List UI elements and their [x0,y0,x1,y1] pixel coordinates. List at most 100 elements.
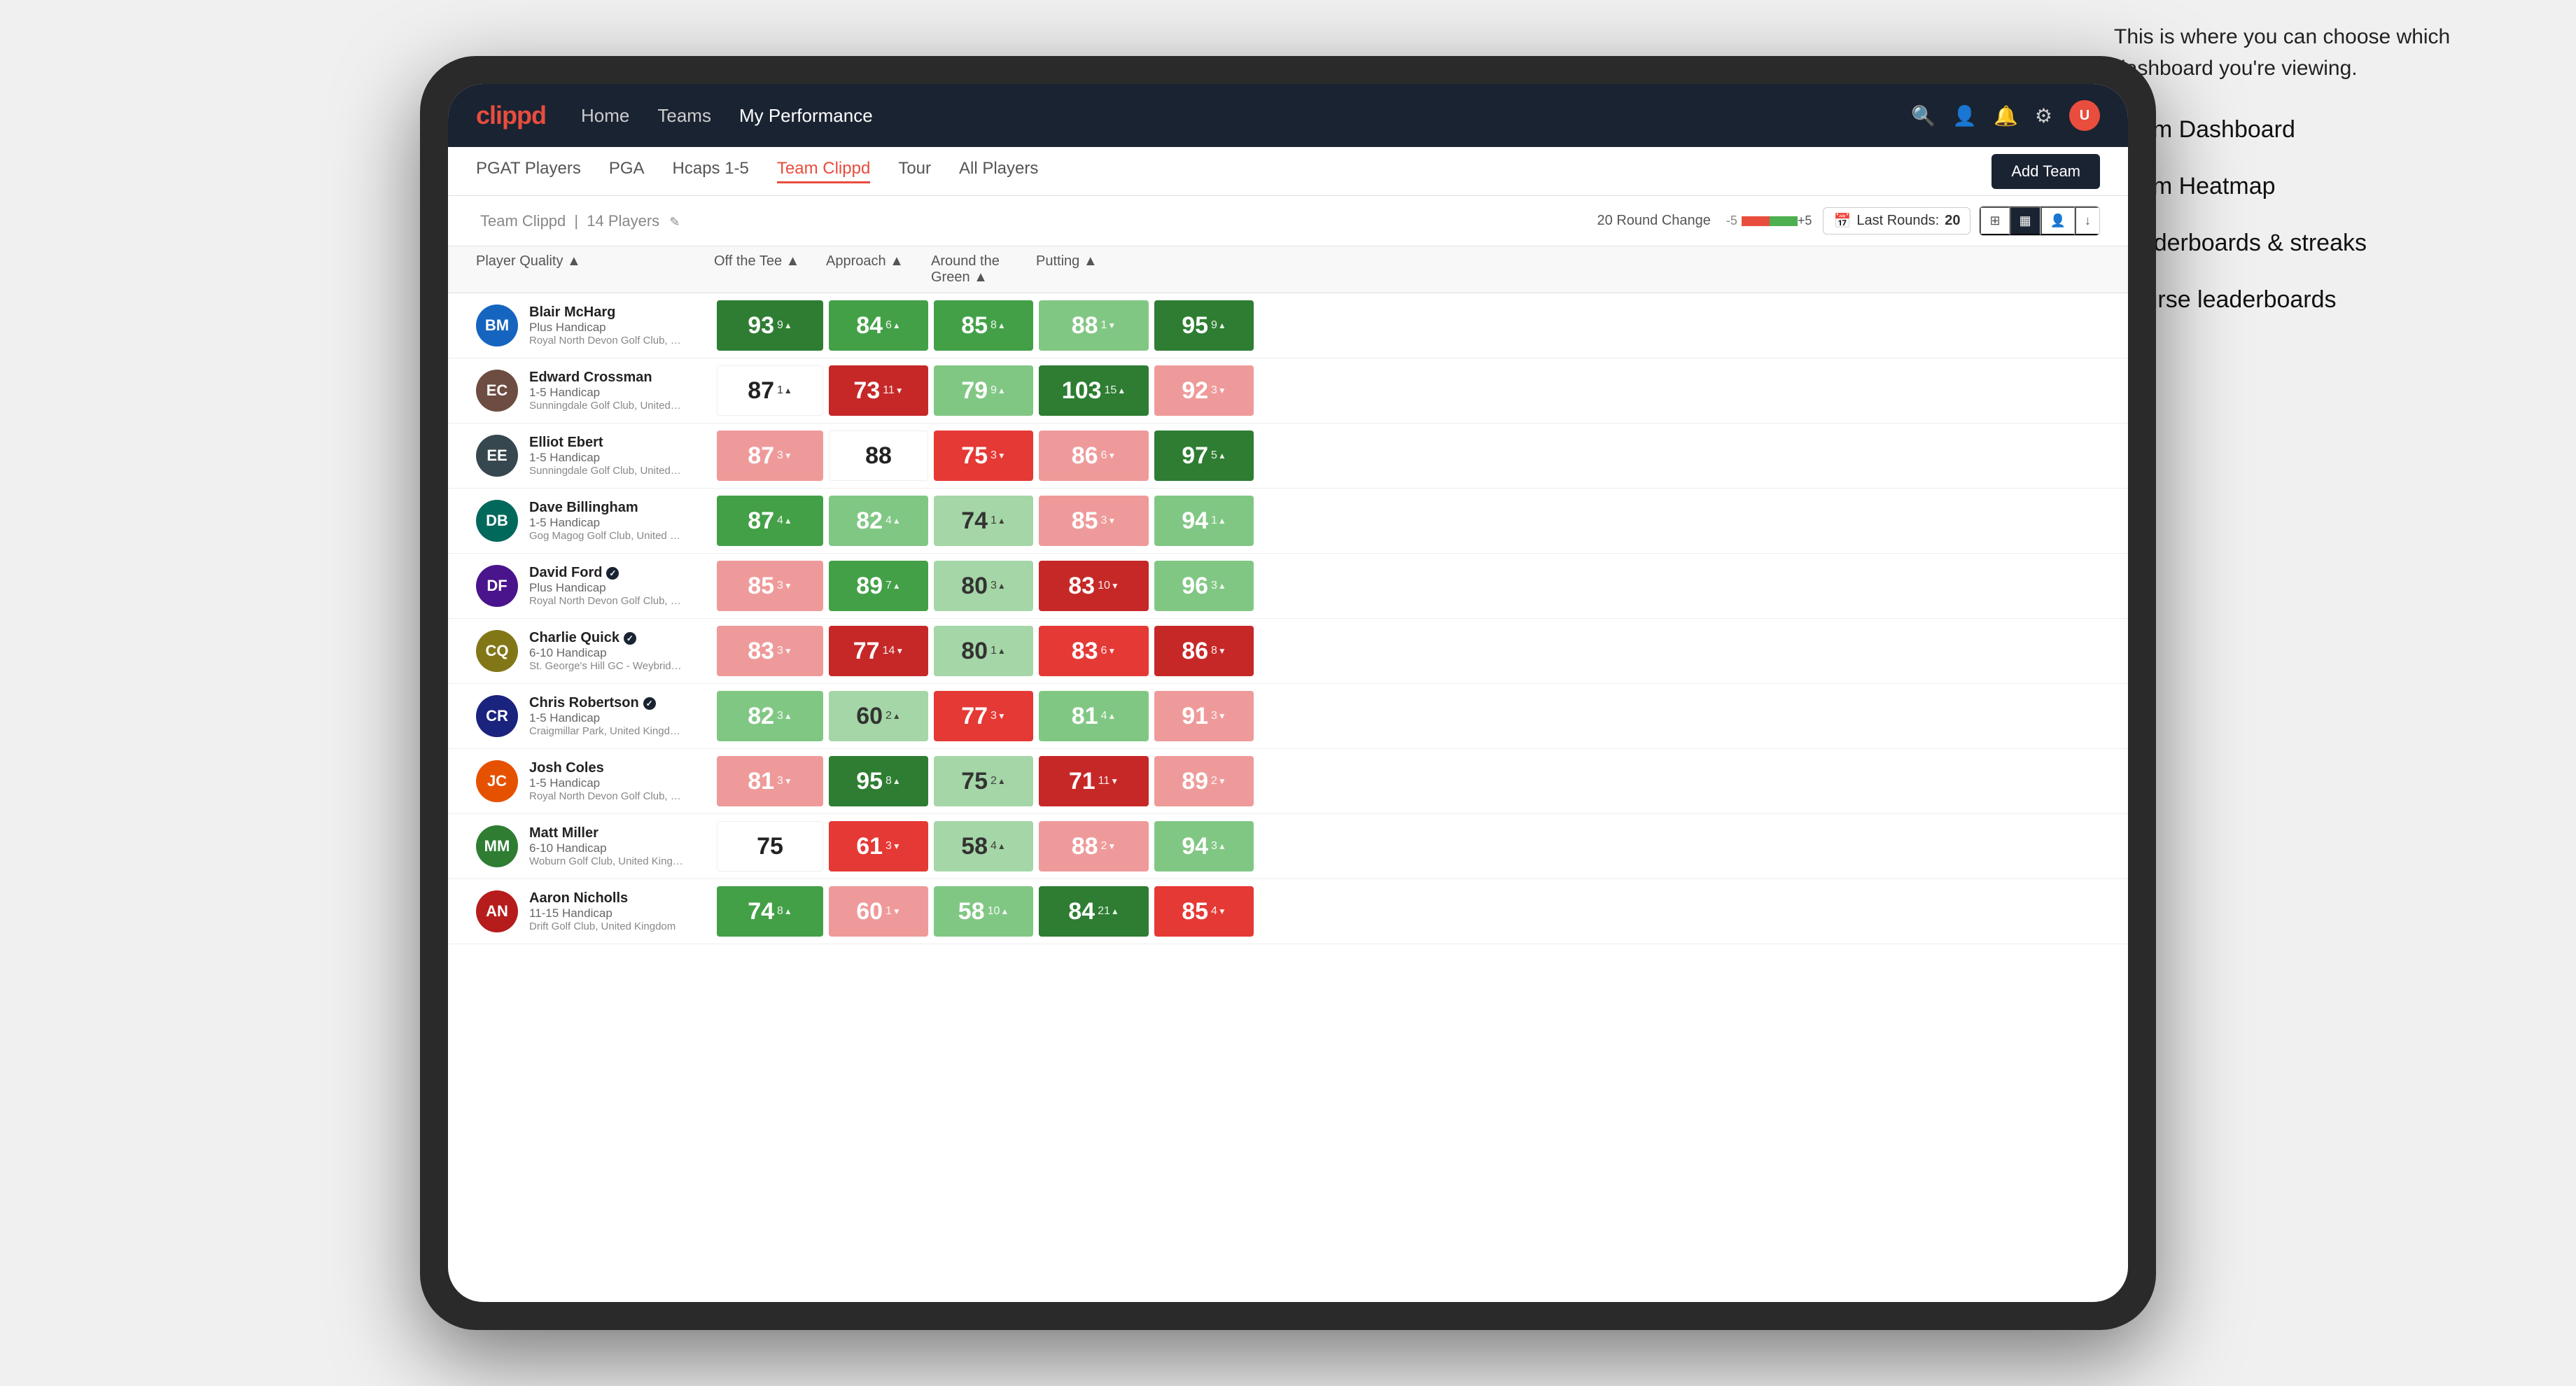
heatmap-view-button[interactable]: ▦ [2010,206,2040,235]
nav-link-home[interactable]: Home [581,105,629,127]
search-icon[interactable]: 🔍 [1911,104,1935,127]
player-info[interactable]: CRChris Robertson✓1-5 HandicapCraigmilla… [476,695,714,737]
score-cell[interactable]: 584 [934,821,1033,872]
nav-link-performance[interactable]: My Performance [739,105,873,127]
score-cell[interactable]: 833 [717,626,823,676]
score-cell[interactable]: 75 [717,821,823,872]
score-cell[interactable]: 913 [1154,691,1254,741]
score-cell[interactable]: 88 [829,430,928,481]
table-row: ECEdward Crossman1-5 HandicapSunningdale… [448,358,2128,424]
sub-nav: PGAT Players PGA Hcaps 1-5 Team Clippd T… [448,147,2128,196]
sub-nav-pgat[interactable]: PGAT Players [476,159,581,183]
player-info[interactable]: DBDave Billingham1-5 HandicapGog Magog G… [476,500,714,542]
score-cell[interactable]: 853 [717,561,823,611]
score-cell[interactable]: 10315 [1039,365,1149,416]
score-cell[interactable]: 866 [1039,430,1149,481]
score-value: 58 [961,833,988,860]
score-cell[interactable]: 941 [1154,496,1254,546]
player-info[interactable]: CQCharlie Quick✓6-10 HandicapSt. George'… [476,630,714,672]
table-row: DFDavid Ford✓Plus HandicapRoyal North De… [448,554,2128,619]
score-cell[interactable]: 824 [829,496,928,546]
player-info[interactable]: MMMatt Miller6-10 HandicapWoburn Golf Cl… [476,825,714,867]
score-cell[interactable]: 7111 [1039,756,1149,806]
score-cell[interactable]: 881 [1039,300,1149,351]
tablet-screen: clippd Home Teams My Performance 🔍 👤 🔔 ⚙… [448,84,2128,1302]
chart-view-button[interactable]: 👤 [2040,206,2075,235]
avatar: MM [476,825,518,867]
player-info[interactable]: ECEdward Crossman1-5 HandicapSunningdale… [476,370,714,412]
score-cell[interactable]: 813 [717,756,823,806]
person-icon[interactable]: 👤 [1952,104,1977,127]
score-value: 75 [757,833,783,860]
sub-nav-all-players[interactable]: All Players [959,159,1038,183]
score-cell[interactable]: 897 [829,561,928,611]
player-handicap: Plus Handicap [529,321,683,335]
edit-icon[interactable]: ✎ [669,215,680,229]
score-delta: 3 [1211,580,1226,592]
download-button[interactable]: ↓ [2075,206,2099,235]
player-name: David Ford✓ [529,565,683,581]
sub-nav-tour[interactable]: Tour [898,159,931,183]
score-delta: 8 [1211,645,1226,657]
player-info[interactable]: DFDavid Ford✓Plus HandicapRoyal North De… [476,565,714,607]
score-cell[interactable]: 963 [1154,561,1254,611]
grid-view-button[interactable]: ⊞ [1980,206,2009,235]
score-cell[interactable]: 882 [1039,821,1149,872]
score-cell[interactable]: 858 [934,300,1033,351]
score-cell[interactable]: 8421 [1039,886,1149,937]
score-cell[interactable]: 5810 [934,886,1033,937]
score-delta: 1 [886,905,901,918]
score-cell[interactable]: 873 [717,430,823,481]
score-cell[interactable]: 801 [934,626,1033,676]
score-cell[interactable]: 602 [829,691,928,741]
nav-bar: clippd Home Teams My Performance 🔍 👤 🔔 ⚙… [448,84,2128,147]
score-cell[interactable]: 943 [1154,821,1254,872]
score-cell[interactable]: 823 [717,691,823,741]
score-cell[interactable]: 601 [829,886,928,937]
sub-nav-team-clippd[interactable]: Team Clippd [777,159,870,183]
user-avatar[interactable]: U [2069,100,2100,131]
score-cell[interactable]: 613 [829,821,928,872]
score-cell[interactable]: 892 [1154,756,1254,806]
score-cell[interactable]: 923 [1154,365,1254,416]
player-info[interactable]: EEElliot Ebert1-5 HandicapSunningdale Go… [476,435,714,477]
score-cell[interactable]: 7311 [829,365,928,416]
score-cell[interactable]: 752 [934,756,1033,806]
score-cell[interactable]: 8310 [1039,561,1149,611]
table-row: BMBlair McHargPlus HandicapRoyal North D… [448,293,2128,358]
bell-icon[interactable]: 🔔 [1994,104,2018,127]
score-delta: 11 [1098,775,1119,788]
score-cell[interactable]: 773 [934,691,1033,741]
add-team-button[interactable]: Add Team [1991,154,2100,189]
nav-link-teams[interactable]: Teams [657,105,711,127]
sub-nav-hcaps[interactable]: Hcaps 1-5 [673,159,749,183]
score-cell[interactable]: 871 [717,365,823,416]
score-cell[interactable]: 7714 [829,626,928,676]
score-cell[interactable]: 939 [717,300,823,351]
settings-icon[interactable]: ⚙ [2035,104,2052,127]
score-cell[interactable]: 958 [829,756,928,806]
score-cell[interactable]: 959 [1154,300,1254,351]
score-cell[interactable]: 874 [717,496,823,546]
player-name: Elliot Ebert [529,435,683,451]
score-cell[interactable]: 853 [1039,496,1149,546]
player-info[interactable]: JCJosh Coles1-5 HandicapRoyal North Devo… [476,760,714,802]
player-info[interactable]: BMBlair McHargPlus HandicapRoyal North D… [476,304,714,346]
player-info[interactable]: ANAaron Nicholls11-15 HandicapDrift Golf… [476,890,714,932]
score-cell[interactable]: 799 [934,365,1033,416]
score-cell[interactable]: 836 [1039,626,1149,676]
score-delta: 21 [1098,905,1119,918]
player-handicap: 1-5 Handicap [529,516,683,530]
score-cell[interactable]: 741 [934,496,1033,546]
score-cell[interactable]: 748 [717,886,823,937]
score-cell[interactable]: 814 [1039,691,1149,741]
score-cell[interactable]: 854 [1154,886,1254,937]
score-cell[interactable]: 975 [1154,430,1254,481]
score-cell[interactable]: 868 [1154,626,1254,676]
score-cell[interactable]: 846 [829,300,928,351]
score-cell[interactable]: 803 [934,561,1033,611]
score-cell[interactable]: 753 [934,430,1033,481]
bar-low: -5 [1726,214,1737,228]
sub-nav-pga[interactable]: PGA [609,159,645,183]
last-rounds-button[interactable]: 📅 Last Rounds: 20 [1823,207,1970,234]
